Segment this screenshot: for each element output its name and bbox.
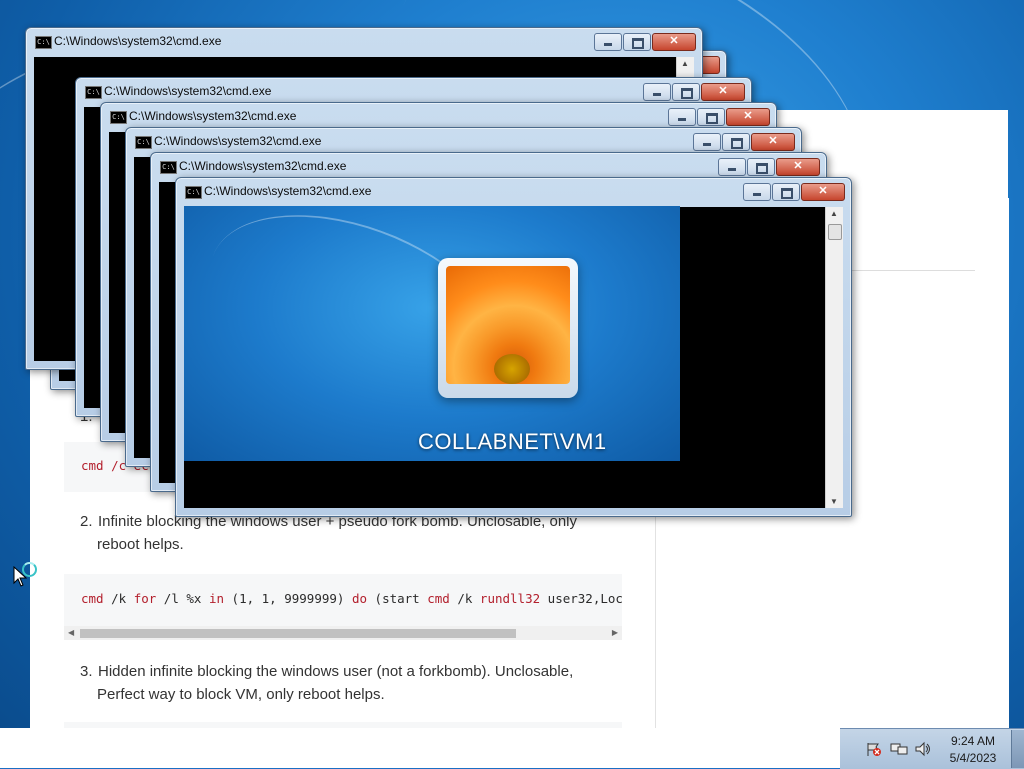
lock-screen-background: COLLABNET\VM1	[184, 206, 680, 461]
action-center-flag-icon[interactable]	[866, 741, 882, 757]
code-token: /k	[449, 591, 480, 606]
list-text: reboot helps.	[97, 536, 184, 553]
lock-screen-view: COLLABNET\VM1	[184, 206, 680, 461]
code-token: for	[133, 591, 157, 606]
maximize-button[interactable]	[672, 83, 700, 101]
minimize-button[interactable]	[743, 183, 771, 201]
window-controls	[642, 83, 745, 101]
scroll-left-icon[interactable]: ◀	[68, 628, 74, 637]
code-horizontal-scrollbar[interactable]: ◀ ▶	[64, 626, 622, 640]
window-controls	[742, 183, 845, 201]
network-icon[interactable]	[890, 741, 908, 757]
code-token: cmd	[81, 591, 104, 606]
list-text: Perfect way to block VM, only reboot hel…	[97, 686, 385, 703]
clock-date: 5/4/2023	[949, 751, 997, 765]
code-token: in	[208, 591, 225, 606]
code-token: do	[351, 591, 368, 606]
minimize-button[interactable]	[594, 33, 622, 51]
maximize-button[interactable]	[697, 108, 725, 126]
window-controls	[692, 133, 795, 151]
window-controls	[593, 33, 696, 51]
code-token: rundll32	[479, 591, 541, 606]
close-button[interactable]	[776, 158, 820, 176]
flower-center	[494, 354, 530, 384]
cmd-icon: C:\	[185, 186, 202, 199]
list-number: 3.	[80, 663, 93, 680]
flower-picture	[446, 266, 570, 384]
scrollbar-thumb[interactable]	[80, 629, 516, 638]
window-title: C:\Windows\system32\cmd.exe	[129, 109, 297, 123]
scroll-up-icon[interactable]: ▲	[830, 209, 838, 218]
list-number: 2.	[80, 513, 93, 530]
cmd-icon: C:\	[135, 136, 152, 149]
cmd-icon: C:\	[160, 161, 177, 174]
vertical-scrollbar[interactable]: ▲ ▼	[825, 207, 843, 508]
scroll-up-icon[interactable]: ▲	[681, 59, 689, 68]
window-title: C:\Windows\system32\cmd.exe	[104, 84, 272, 98]
username-label: COLLABNET\VM1	[418, 429, 607, 454]
maximize-button[interactable]	[722, 133, 750, 151]
close-button[interactable]	[726, 108, 770, 126]
maximize-button[interactable]	[772, 183, 800, 201]
volume-icon[interactable]	[914, 741, 932, 757]
cmd-icon: C:\	[110, 111, 127, 124]
code-token: (1, 1, 9999999)	[224, 591, 352, 606]
window-controls	[717, 158, 820, 176]
minimize-button[interactable]	[718, 158, 746, 176]
taskbar-blank	[0, 728, 840, 768]
code-token: /k	[103, 591, 134, 606]
close-button[interactable]	[701, 83, 745, 101]
code-token: (start	[367, 591, 428, 606]
scroll-down-icon[interactable]: ▼	[830, 497, 838, 506]
maximize-button[interactable]	[623, 33, 651, 51]
maximize-button[interactable]	[747, 158, 775, 176]
code-token: cmd	[427, 591, 450, 606]
clock-time: 9:24 AM	[950, 734, 996, 748]
window-title: C:\Windows\system32\cmd.exe	[154, 134, 322, 148]
show-desktop-button[interactable]	[1011, 730, 1024, 768]
code-token: /l %x	[156, 591, 209, 606]
window-title: C:\Windows\system32\cmd.exe	[54, 34, 222, 48]
close-button[interactable]	[801, 183, 845, 201]
busy-spinner-icon	[22, 562, 37, 577]
list-item-3: 3. Hidden infinite blocking the windows u…	[80, 660, 625, 706]
user-avatar[interactable]	[438, 258, 578, 398]
scroll-right-icon[interactable]: ▶	[612, 628, 618, 637]
cmd-icon: C:\	[85, 86, 102, 99]
window-controls	[667, 108, 770, 126]
close-button[interactable]	[652, 33, 696, 51]
minimize-button[interactable]	[693, 133, 721, 151]
taskbar-clock[interactable]: 9:24 AM 5/4/2023	[944, 733, 1002, 767]
minimize-button[interactable]	[668, 108, 696, 126]
code-token: user32,Locl	[540, 591, 622, 606]
window-title: C:\Windows\system32\cmd.exe	[179, 159, 347, 173]
scrollbar-thumb[interactable]	[828, 224, 842, 240]
list-text: Hidden infinite blocking the windows use…	[98, 663, 574, 680]
window-title: C:\Windows\system32\cmd.exe	[204, 184, 372, 198]
minimize-button[interactable]	[643, 83, 671, 101]
close-button[interactable]	[751, 133, 795, 151]
cmd-icon: C:\	[35, 36, 52, 49]
